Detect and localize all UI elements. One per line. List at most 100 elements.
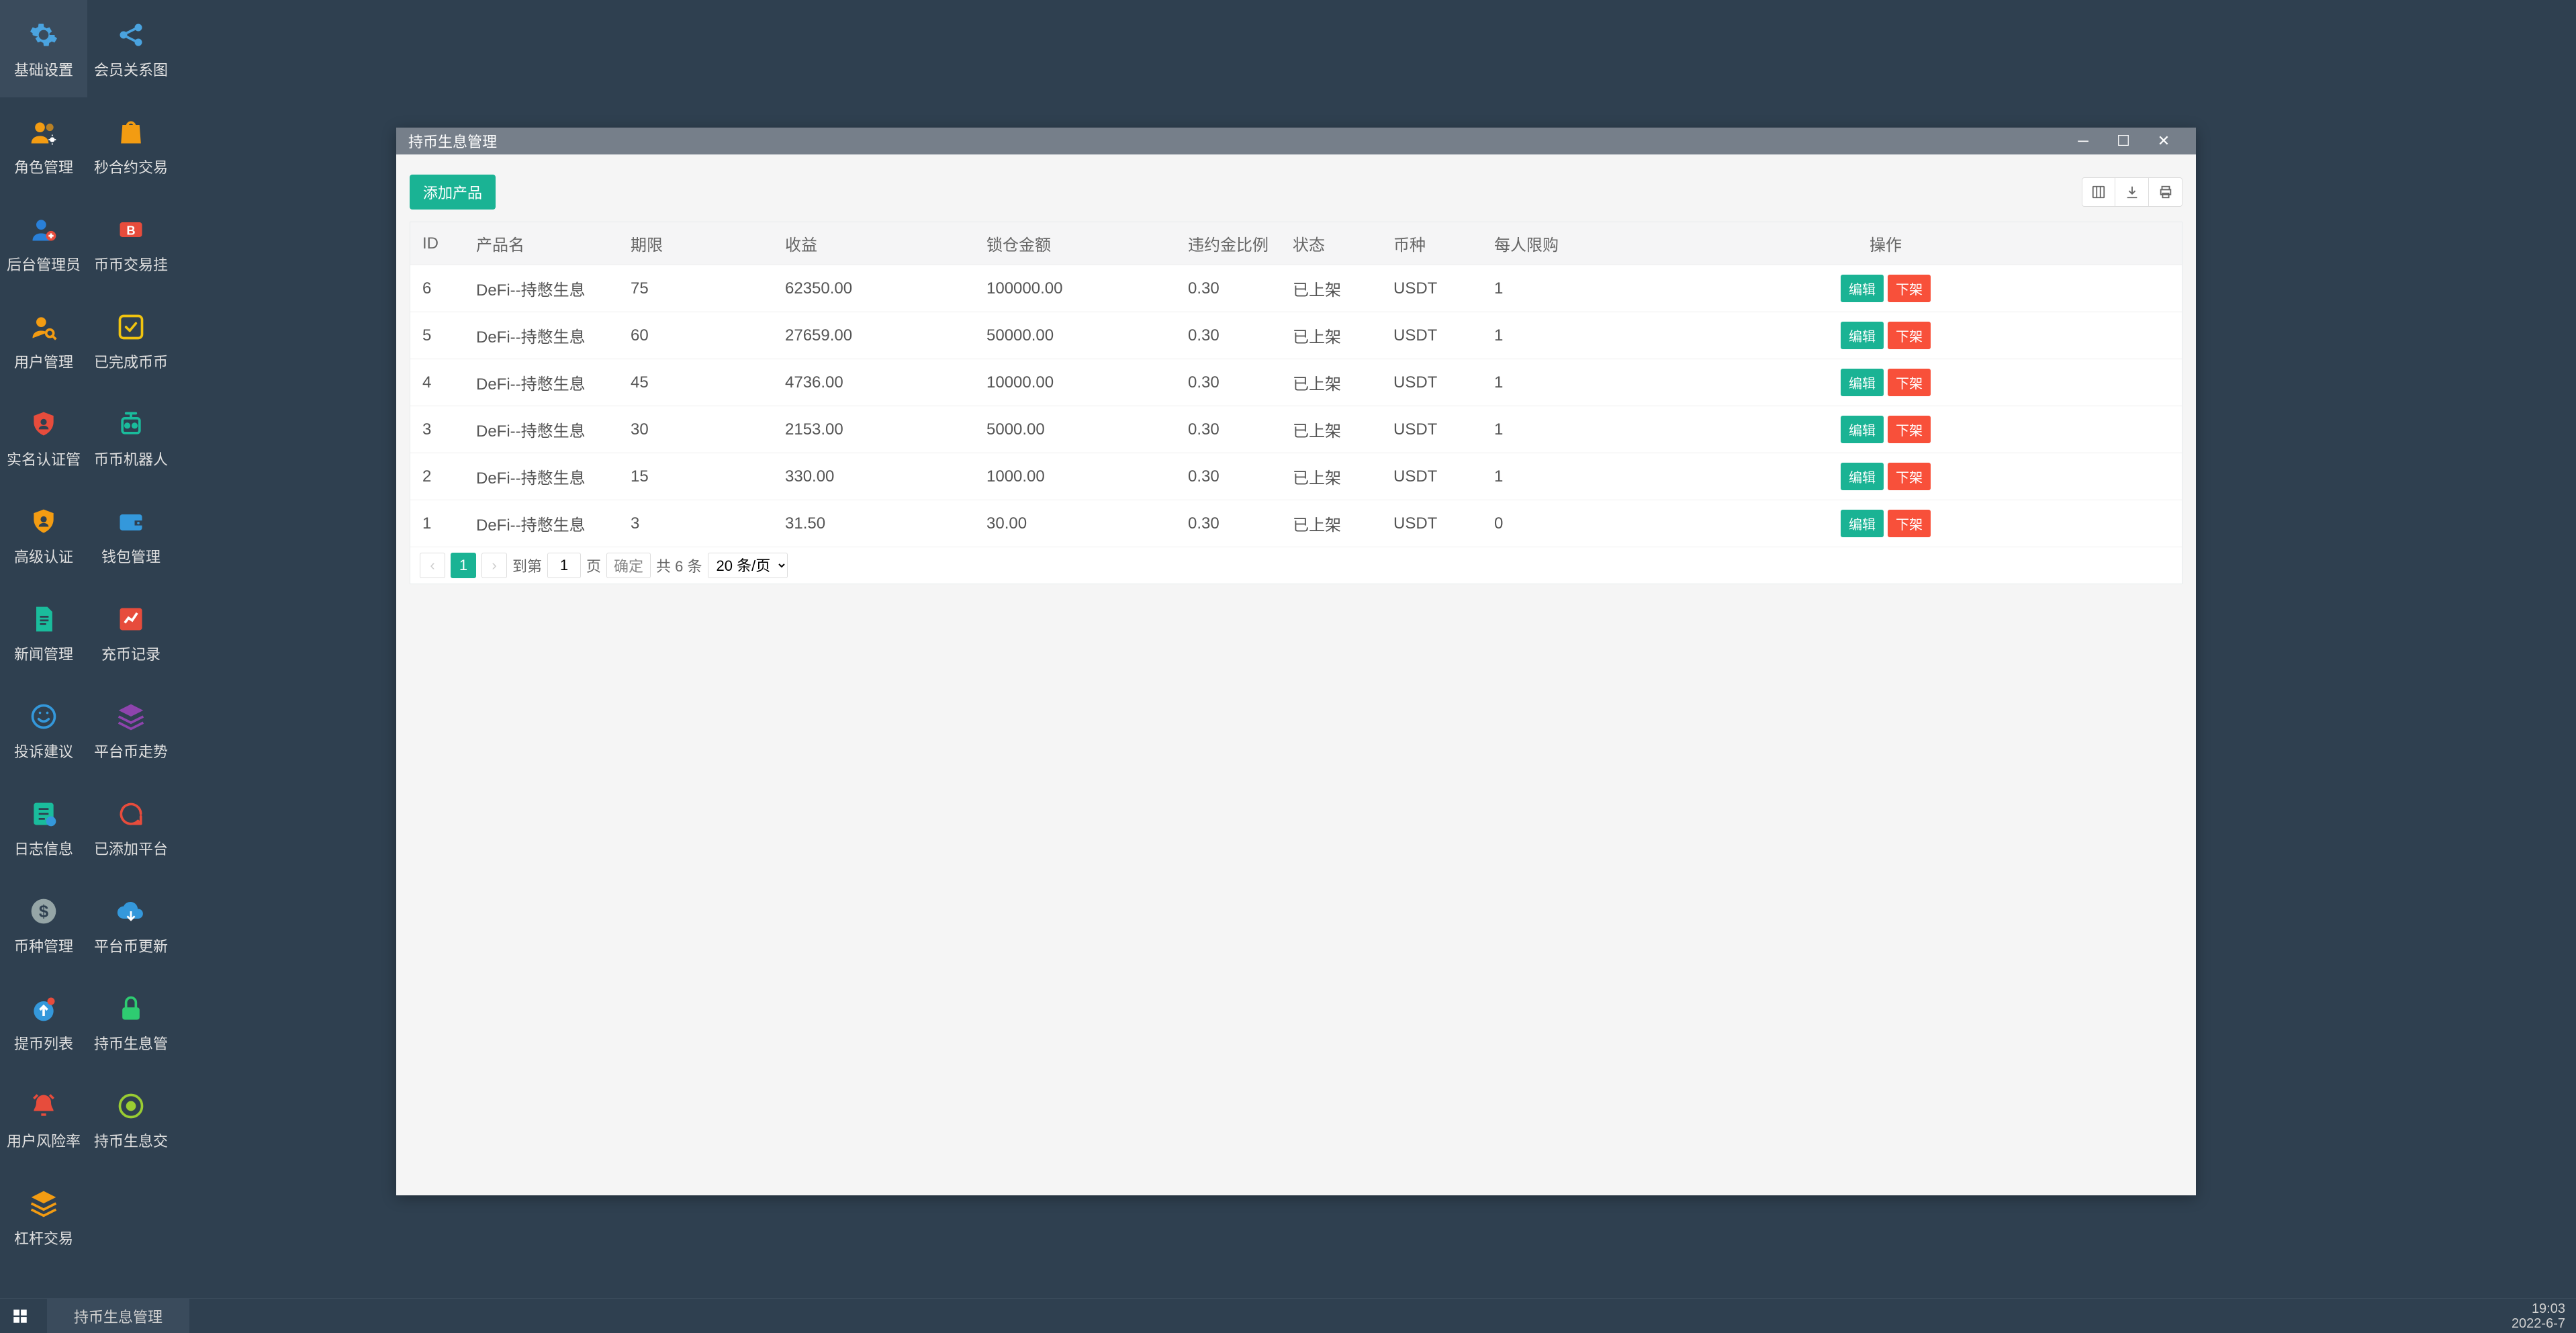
desktop-icon-6[interactable]: 用户管理 <box>0 292 87 389</box>
edit-button[interactable]: 编辑 <box>1841 463 1884 490</box>
clock-date: 2022-6-7 <box>2512 1316 2565 1331</box>
window-maximize-icon[interactable]: ☐ <box>2103 132 2144 150</box>
off-shelf-button[interactable]: 下架 <box>1888 463 1931 490</box>
col-header-1[interactable]: 产品名 <box>464 222 618 265</box>
desktop-icon-12[interactable]: 新闻管理 <box>0 584 87 682</box>
col-header-8[interactable]: 每人限购 <box>1482 222 1590 265</box>
table-cell: 31.50 <box>773 500 974 547</box>
desktop-icon-17[interactable]: 已添加平台 <box>87 779 175 876</box>
desktop-icon-label: 币币机器人 <box>94 448 168 469</box>
table-cell: 0.30 <box>1176 265 1281 312</box>
page-size-select[interactable]: 20 条/页 <box>708 553 788 578</box>
off-shelf-button[interactable]: 下架 <box>1888 416 1931 443</box>
user-search-icon <box>27 310 60 344</box>
desktop-icon-14[interactable]: 投诉建议 <box>0 682 87 779</box>
desktop-icon-21[interactable]: 持币生息管 <box>87 974 175 1071</box>
table-cell: 已上架 <box>1281 500 1381 547</box>
table-cell: DeFi--持憋生息 <box>464 406 618 453</box>
edit-button[interactable]: 编辑 <box>1841 275 1884 302</box>
desktop-icon-22[interactable]: 用户风险率 <box>0 1071 87 1168</box>
desktop-icon-1[interactable]: 会员关系图 <box>87 0 175 97</box>
desktop-icon-3[interactable]: 秒合约交易 <box>87 97 175 195</box>
table-cell: 5 <box>410 312 464 359</box>
add-product-button[interactable]: 添加产品 <box>410 175 496 210</box>
shield-user-icon <box>27 408 60 441</box>
desktop-icon-label: 日志信息 <box>14 837 73 859</box>
desktop-icon-label: 实名认证管 <box>7 448 81 469</box>
desktop-icon-grid: 基础设置会员关系图角色管理秒合约交易后台管理员B币币交易挂用户管理已完成币币实名… <box>0 0 175 1266</box>
svg-text:B: B <box>126 223 135 237</box>
desktop-icon-11[interactable]: 钱包管理 <box>87 487 175 584</box>
desktop-icon-label: 角色管理 <box>14 156 73 177</box>
window-minimize-icon[interactable]: ─ <box>2063 132 2103 150</box>
desktop-icon-5[interactable]: B币币交易挂 <box>87 195 175 292</box>
page-prev-button[interactable]: ‹ <box>420 553 445 578</box>
edit-button[interactable]: 编辑 <box>1841 369 1884 396</box>
window-titlebar[interactable]: 持币生息管理 ─ ☐ ✕ <box>396 128 2196 154</box>
dollar-icon: $ <box>27 894 60 928</box>
page-next-button[interactable]: › <box>481 553 507 578</box>
export-icon[interactable] <box>2115 177 2149 207</box>
desktop-icon-0[interactable]: 基础设置 <box>0 0 87 97</box>
table-cell: 已上架 <box>1281 359 1381 406</box>
table-cell: 1000.00 <box>974 453 1176 500</box>
refresh-icon <box>114 797 148 831</box>
desktop-icon-label: 会员关系图 <box>94 58 168 80</box>
table-cell: USDT <box>1381 265 1482 312</box>
table-cell: 62350.00 <box>773 265 974 312</box>
table-cell: 0.30 <box>1176 453 1281 500</box>
desktop-icon-7[interactable]: 已完成币币 <box>87 292 175 389</box>
edit-button[interactable]: 编辑 <box>1841 416 1884 443</box>
col-header-6[interactable]: 状态 <box>1281 222 1381 265</box>
desktop-icon-10[interactable]: 高级认证 <box>0 487 87 584</box>
table-cell: USDT <box>1381 500 1482 547</box>
columns-icon[interactable] <box>2082 177 2115 207</box>
page-jump-input[interactable] <box>547 553 581 578</box>
col-header-2[interactable]: 期限 <box>618 222 773 265</box>
col-header-0[interactable]: ID <box>410 222 464 265</box>
window-close-icon[interactable]: ✕ <box>2144 132 2184 150</box>
start-button[interactable] <box>0 1299 40 1333</box>
desktop-icon-18[interactable]: $币种管理 <box>0 876 87 974</box>
edit-button[interactable]: 编辑 <box>1841 510 1884 537</box>
off-shelf-button[interactable]: 下架 <box>1888 275 1931 302</box>
desktop-icon-4[interactable]: 后台管理员 <box>0 195 87 292</box>
off-shelf-button[interactable]: 下架 <box>1888 322 1931 349</box>
taskbar-task[interactable]: 持币生息管理 <box>47 1299 189 1333</box>
bag-icon <box>114 116 148 149</box>
page-number-button[interactable]: 1 <box>451 553 476 578</box>
desktop-icon-23[interactable]: 持币生息交 <box>87 1071 175 1168</box>
table-cell: 3 <box>618 500 773 547</box>
table-cell: USDT <box>1381 359 1482 406</box>
desktop-icon-13[interactable]: 充币记录 <box>87 584 175 682</box>
taskbar: 持币生息管理 19:03 2022-6-7 <box>0 1298 2576 1333</box>
desktop-icon-2[interactable]: 角色管理 <box>0 97 87 195</box>
table-body: 6DeFi--持憋生息7562350.00100000.000.30已上架USD… <box>410 265 2182 547</box>
desktop-icon-label: 已添加平台 <box>94 837 168 859</box>
table-cell: 1 <box>1482 406 1590 453</box>
edit-button[interactable]: 编辑 <box>1841 322 1884 349</box>
table-cell: 2 <box>410 453 464 500</box>
desktop-icon-9[interactable]: 币币机器人 <box>87 389 175 487</box>
desktop-icon-19[interactable]: 平台币更新 <box>87 876 175 974</box>
desktop-icon-24[interactable]: 杠杆交易 <box>0 1168 87 1266</box>
window-body: 添加产品 ID产品名期限收益锁仓金额违约金比例状态币种每人限购操作 6D <box>396 154 2196 1195</box>
desktop-icon-15[interactable]: 平台币走势 <box>87 682 175 779</box>
total-label: 共 6 条 <box>656 555 702 576</box>
page-confirm-button[interactable]: 确定 <box>606 553 651 578</box>
desktop-icon-20[interactable]: 提币列表 <box>0 974 87 1071</box>
col-header-9[interactable]: 操作 <box>1590 222 2182 265</box>
log-icon <box>27 797 60 831</box>
taskbar-clock[interactable]: 19:03 2022-6-7 <box>2501 1301 2576 1331</box>
desktop-icon-16[interactable]: 日志信息 <box>0 779 87 876</box>
col-header-4[interactable]: 锁仓金额 <box>974 222 1176 265</box>
off-shelf-button[interactable]: 下架 <box>1888 510 1931 537</box>
col-header-7[interactable]: 币种 <box>1381 222 1482 265</box>
ticket-b-icon: B <box>114 213 148 246</box>
col-header-5[interactable]: 违约金比例 <box>1176 222 1281 265</box>
col-header-3[interactable]: 收益 <box>773 222 974 265</box>
desktop-icon-8[interactable]: 实名认证管 <box>0 389 87 487</box>
print-icon[interactable] <box>2149 177 2182 207</box>
table-ops-cell: 编辑下架 <box>1590 453 2182 500</box>
off-shelf-button[interactable]: 下架 <box>1888 369 1931 396</box>
